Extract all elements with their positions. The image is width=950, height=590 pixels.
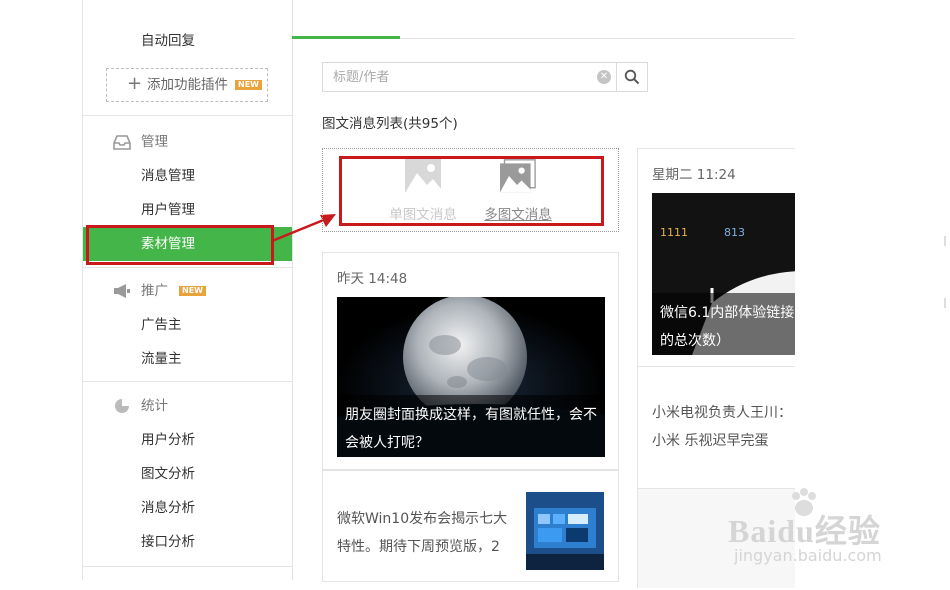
sidebar-item-label: 图文分析 <box>141 466 195 482</box>
sidebar-item-label: 消息管理 <box>141 168 195 184</box>
sidebar: 自动回复 + 添加功能插件 NEW 管理 消息管理 用户管理 素材管理 推广 N… <box>82 0 293 580</box>
sub-item-thumbnail <box>526 492 604 570</box>
section-heading-label: 统计 <box>141 398 168 414</box>
divider <box>83 115 292 116</box>
sidebar-item-api-analysis[interactable]: 接口分析 <box>83 525 292 559</box>
list-title: 图文消息列表(共95个) <box>322 116 458 132</box>
card-time: 昨天 14:48 <box>337 271 408 287</box>
tab-active-indicator[interactable] <box>292 36 400 39</box>
divider <box>83 566 292 567</box>
inbox-icon <box>113 135 131 150</box>
search-box: ✕ <box>322 62 617 92</box>
section-heading-stats: 统计 <box>83 391 292 421</box>
sidebar-item-user-analysis[interactable]: 用户分析 <box>83 423 292 457</box>
article-card[interactable]: 星期二 11:24 1111 813 微信6.1内部体验链接别人的总次数） <box>637 148 795 368</box>
search-button[interactable] <box>617 62 648 92</box>
section-heading-label: 管理 <box>141 134 168 150</box>
card-caption: 朋友圈封面换成这样，有图就任性，会不会被人打呢？ <box>337 395 605 457</box>
search-icon <box>624 69 640 85</box>
baidu-watermark: Baidu经验 jingyan.baidu.com <box>706 488 916 580</box>
divider <box>83 267 292 268</box>
new-badge: NEW <box>179 286 206 296</box>
search-input[interactable] <box>323 63 588 91</box>
sidebar-item-publisher[interactable]: 流量主 <box>83 342 292 376</box>
add-plugin-button[interactable]: + 添加功能插件 NEW <box>106 68 268 102</box>
card-caption: 微信6.1内部体验链接别人的总次数） <box>652 293 795 355</box>
megaphone-icon <box>114 284 130 298</box>
windows10-image <box>526 492 604 570</box>
new-badge: NEW <box>235 80 262 90</box>
article-sub-item[interactable]: 小米电视负责人王川：小米 乐视迟早完蛋 <box>637 366 795 490</box>
annotation-highlight-box <box>339 156 604 226</box>
sidebar-item-label: 自动回复 <box>141 33 195 49</box>
article-card[interactable]: 昨天 14:48 朋友圈封面换成这样，有图就任性，会不会被人打呢？ <box>322 252 619 470</box>
sidebar-item-label: 广告主 <box>141 317 182 333</box>
sidebar-item-label: 流量主 <box>141 351 182 367</box>
add-plugin-label: 添加功能插件 <box>147 77 228 93</box>
section-heading-manage: 管理 <box>83 127 292 157</box>
section-heading-promote: 推广 NEW <box>83 276 292 306</box>
sidebar-item-user-manage[interactable]: 用户管理 <box>83 193 292 227</box>
sidebar-item-label: 用户分析 <box>141 432 195 448</box>
annotation-highlight-box <box>86 225 274 265</box>
sidebar-item-advertiser[interactable]: 广告主 <box>83 308 292 342</box>
card-cover-image: 朋友圈封面换成这样，有图就任性，会不会被人打呢？ <box>337 297 605 457</box>
sidebar-item-label: 接口分析 <box>141 534 195 550</box>
edge-mark <box>944 236 946 246</box>
section-heading-label: 推广 <box>141 283 168 299</box>
divider <box>83 381 292 382</box>
sidebar-item-message-analysis[interactable]: 消息分析 <box>83 491 292 525</box>
card-time: 星期二 11:24 <box>652 167 736 183</box>
clear-icon[interactable]: ✕ <box>597 70 611 84</box>
pie-chart-icon <box>115 399 129 413</box>
article-sub-item[interactable]: 微软Win10发布会揭示七大特性。期待下周预览版，2 <box>322 470 619 582</box>
sub-item-title: 微软Win10发布会揭示七大特性。期待下周预览版，2 <box>337 511 508 555</box>
sidebar-item-auto-reply[interactable]: 自动回复 <box>83 24 292 58</box>
edge-mark <box>944 298 946 308</box>
sub-item-title: 小米电视负责人王川：小米 乐视迟早完蛋 <box>652 405 792 449</box>
card-cover-image: 1111 813 微信6.1内部体验链接别人的总次数） <box>652 193 795 355</box>
sidebar-item-label: 用户管理 <box>141 202 195 218</box>
sidebar-item-article-analysis[interactable]: 图文分析 <box>83 457 292 491</box>
watermark-url: jingyan.baidu.com <box>734 546 882 565</box>
sidebar-item-message-manage[interactable]: 消息管理 <box>83 159 292 193</box>
plus-icon: + <box>127 73 143 94</box>
sidebar-item-label: 消息分析 <box>141 500 195 516</box>
